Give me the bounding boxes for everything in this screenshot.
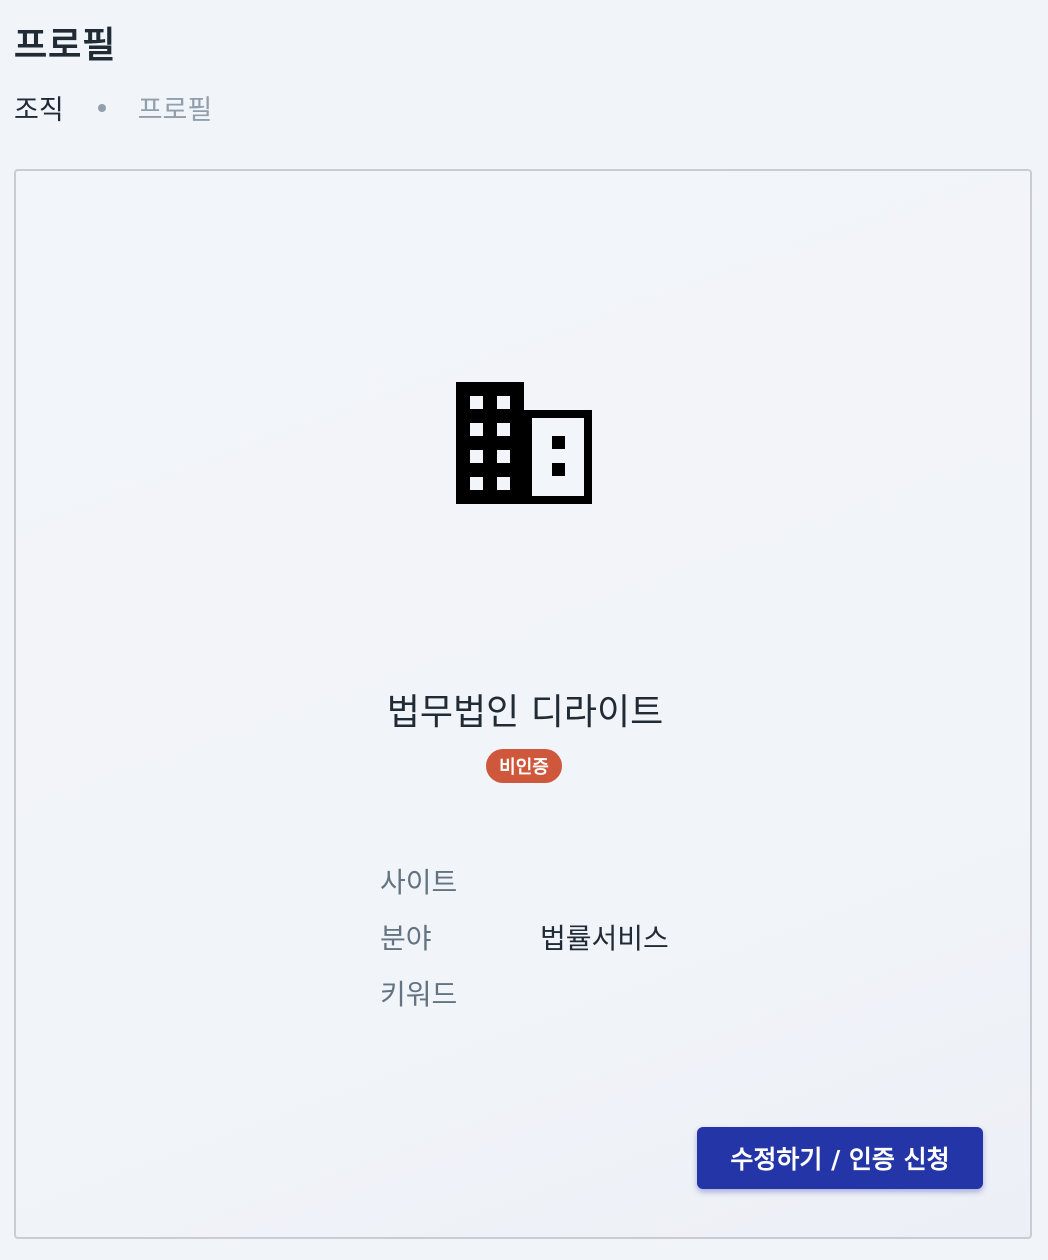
info-row-field: 분야 법률서비스 [380,917,780,957]
field-value: 법률서비스 [540,922,669,955]
info-row-keyword: 키워드 [380,973,780,1013]
breadcrumb-item-organization[interactable]: 조직 [14,88,64,127]
breadcrumb: 조직 프로필 [14,88,212,127]
breadcrumb-item-profile: 프로필 [137,95,213,126]
info-row-site: 사이트 [380,861,780,901]
keyword-label: 키워드 [380,978,458,1011]
site-label: 사이트 [380,866,458,899]
organization-name: 법무법인 디라이트 [386,692,664,733]
field-label: 분야 [380,922,432,955]
status-badge: 비인증 [486,749,562,783]
edit-verify-button[interactable]: 수정하기 / 인증 신청 [697,1127,983,1189]
building-icon [456,382,592,504]
breadcrumb-separator-dot [97,103,106,112]
page-title: 프로필 [14,25,117,66]
profile-card: 법무법인 디라이트 비인증 사이트 분야 법률서비스 키워드 수정하기 / 인증… [14,169,1032,1239]
